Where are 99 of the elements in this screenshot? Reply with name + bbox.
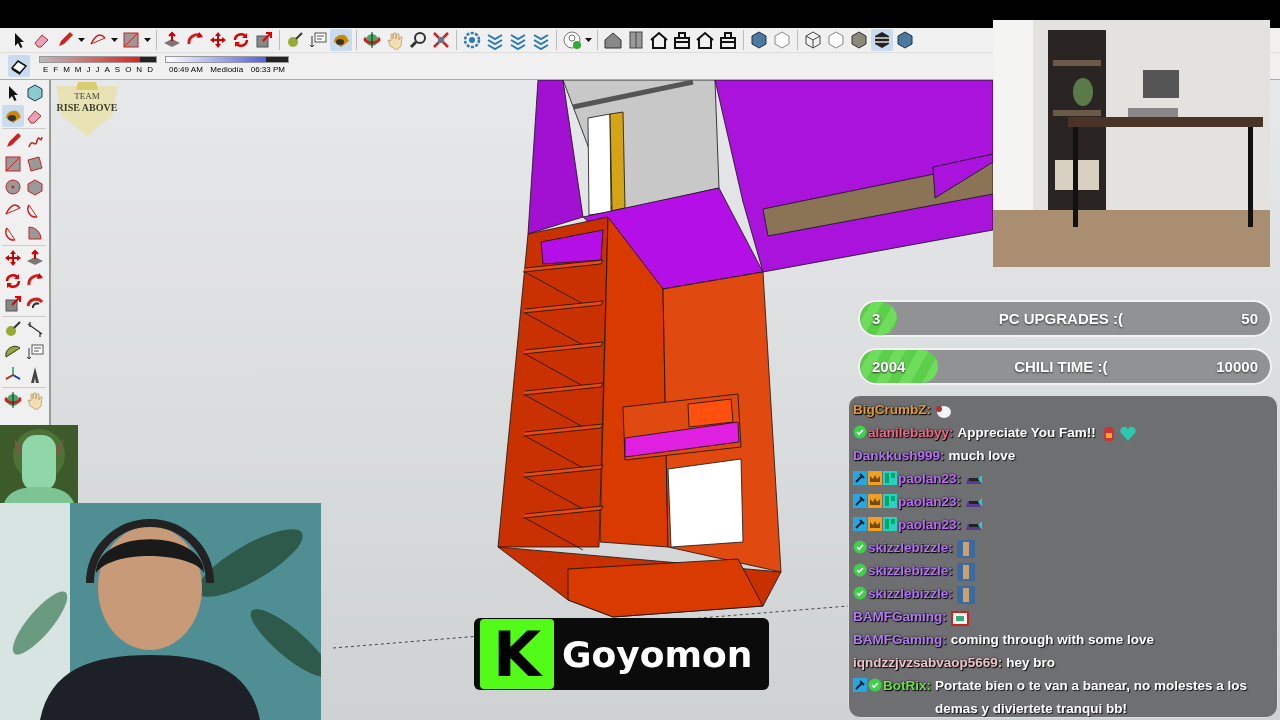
sunset-time: 06:33 PM xyxy=(250,65,285,74)
kick-logo: K xyxy=(480,619,554,689)
cube-icon[interactable] xyxy=(872,30,892,50)
chat-username[interactable]: iqndzzjvzsabvaop5669: xyxy=(853,651,1003,674)
door-icon[interactable] xyxy=(626,30,646,50)
home-icon[interactable] xyxy=(695,30,715,50)
chat-message-text: Portate bien o te van a banear, no molestes a los demas y diviertete tranqui bb! xyxy=(935,677,1249,717)
home-icon[interactable] xyxy=(649,30,669,50)
month-label: J xyxy=(95,65,100,74)
chat-username[interactable]: paolan23: xyxy=(898,513,962,536)
month-label: O xyxy=(125,65,132,74)
chat-username[interactable]: BigCrumbZ: xyxy=(853,398,931,421)
chat-username[interactable]: skizzlebizzle: xyxy=(868,536,953,559)
goal-title: PC UPGRADES :( xyxy=(998,310,1123,327)
cube-icon[interactable] xyxy=(803,30,823,50)
goal-target: 10000 xyxy=(1216,358,1258,375)
dimension-icon[interactable] xyxy=(25,319,45,339)
verified-badge-icon xyxy=(853,425,867,439)
chat-username[interactable]: BAMFGaming: xyxy=(853,605,947,628)
push-pull-icon[interactable] xyxy=(25,248,45,268)
gear-icon[interactable] xyxy=(462,30,482,50)
chat-username[interactable]: BotRix: xyxy=(883,674,931,697)
sunrise-time: 06:49 AM xyxy=(169,65,203,74)
orbit-icon[interactable] xyxy=(3,390,23,410)
month-label: D xyxy=(147,65,153,74)
month-label: M xyxy=(74,65,82,74)
figure-emote-icon xyxy=(956,563,975,581)
tape-measure-icon[interactable] xyxy=(3,319,23,339)
crown-badge-icon xyxy=(868,471,882,485)
logo-text: RISE ABOVE xyxy=(55,103,119,113)
house-icon[interactable] xyxy=(718,30,738,50)
house-icon[interactable] xyxy=(603,30,623,50)
month-label: A xyxy=(104,65,110,74)
crown-badge-icon xyxy=(868,517,882,531)
chat-username[interactable]: alanilebabyy: xyxy=(868,421,954,444)
rectangle-icon[interactable] xyxy=(121,30,141,50)
chat-message-text: hey bro xyxy=(1006,654,1056,672)
figure-emote-icon xyxy=(956,586,975,604)
component-icon[interactable] xyxy=(25,83,45,103)
cube-icon[interactable] xyxy=(895,30,915,50)
verified-badge-icon xyxy=(853,563,867,577)
scale-icon[interactable] xyxy=(254,30,274,50)
verified-badge-icon xyxy=(853,586,867,600)
goal-title: CHILI TIME :( xyxy=(1014,358,1108,375)
orbit-icon[interactable] xyxy=(362,30,382,50)
og-badge-icon xyxy=(883,494,897,508)
cube-icon[interactable] xyxy=(749,30,769,50)
verified-badge-icon xyxy=(868,678,882,692)
noon-label: Mediodía xyxy=(210,65,244,74)
chat-message-text: Appreciate You Fam!! xyxy=(957,424,1096,442)
circle-icon[interactable] xyxy=(3,177,23,197)
time-slider-fill[interactable] xyxy=(166,57,267,62)
chat-username[interactable]: BAMFGaming: xyxy=(853,628,947,651)
pie-icon[interactable] xyxy=(25,223,45,243)
rectangle-icon[interactable] xyxy=(3,154,23,174)
move-icon[interactable] xyxy=(208,30,228,50)
tape-measure-icon[interactable] xyxy=(285,30,305,50)
scale-icon[interactable] xyxy=(3,294,23,314)
push-pull-icon[interactable] xyxy=(162,30,182,50)
og-badge-icon xyxy=(883,517,897,531)
zoom-icon[interactable] xyxy=(408,30,428,50)
streamer-name: Goyomon xyxy=(562,633,753,675)
cube-icon[interactable] xyxy=(849,30,869,50)
sign-emote-icon xyxy=(950,609,969,627)
chat-username[interactable]: paolan23: xyxy=(898,467,962,490)
heart-emote-icon xyxy=(1118,425,1137,443)
month-label: S xyxy=(114,65,121,74)
chat-username[interactable]: skizzlebizzle: xyxy=(868,559,953,582)
month-label: N xyxy=(136,65,143,74)
month-label: J xyxy=(86,65,91,74)
goal-target: 50 xyxy=(1241,310,1258,327)
hammer-badge-icon xyxy=(853,494,867,508)
chat-message-text: much love xyxy=(948,447,1016,465)
month-label: M xyxy=(63,65,70,74)
month-label: F xyxy=(53,65,59,74)
og-badge-icon xyxy=(883,471,897,485)
month-label: E xyxy=(43,65,49,74)
chat-message-text: coming through with some love xyxy=(950,631,1154,649)
verified-badge-icon xyxy=(853,540,867,554)
logo-text: TEAM xyxy=(73,92,101,101)
crown-badge-icon xyxy=(868,494,882,508)
chat-username[interactable]: paolan23: xyxy=(898,490,962,513)
user-icon[interactable] xyxy=(562,30,582,50)
hammer-badge-icon xyxy=(853,678,867,692)
polygon-icon[interactable] xyxy=(25,177,45,197)
goal-count: 2004 xyxy=(872,358,906,375)
crest-icon xyxy=(54,82,120,138)
rotate-icon[interactable] xyxy=(3,271,23,291)
zoom-extents-icon[interactable] xyxy=(431,30,451,50)
rotate-icon[interactable] xyxy=(231,30,251,50)
move-icon[interactable] xyxy=(3,248,23,268)
month-slider-fill[interactable] xyxy=(40,57,140,62)
figure-emote-icon xyxy=(956,540,975,558)
chat-username[interactable]: skizzlebizzle: xyxy=(868,582,953,605)
hammer-badge-icon xyxy=(853,471,867,485)
house-icon[interactable] xyxy=(672,30,692,50)
goal-count: 3 xyxy=(872,310,881,327)
hammer-badge-icon xyxy=(853,517,867,531)
chat-username[interactable]: Dankkush999: xyxy=(853,444,945,467)
